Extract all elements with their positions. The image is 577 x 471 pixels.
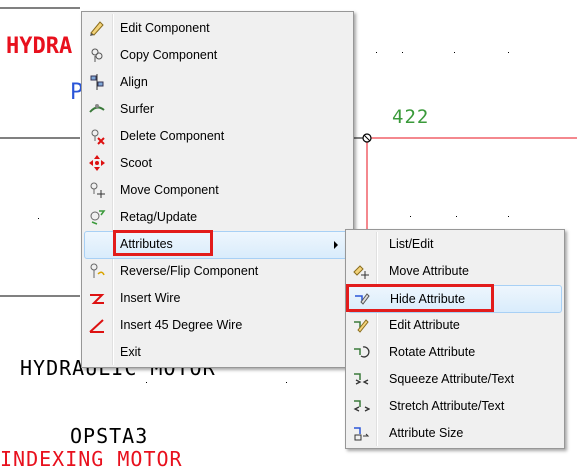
delete-component-icon — [88, 127, 106, 145]
menu-label: Retag/Update — [120, 210, 198, 224]
menu-label: Surfer — [120, 102, 155, 116]
wire-number-text: 422 — [392, 106, 430, 128]
attributes-submenu: List/Edit Move Attribute Hide Attribute … — [345, 229, 565, 449]
attributes-highlight-box — [113, 230, 213, 256]
menu-item-delete-component[interactable]: Delete Component — [84, 123, 351, 149]
edit-attribute-icon — [352, 316, 370, 334]
menu-item-insert-wire[interactable]: Insert Wire — [84, 285, 351, 311]
menu-label: Squeeze Attribute/Text — [389, 372, 515, 386]
menu-item-align[interactable]: Align — [84, 69, 351, 95]
menu-label: Scoot — [120, 156, 152, 170]
menu-label: Move Attribute — [389, 264, 469, 278]
hide-attribute-highlight-box — [346, 284, 494, 312]
menu-item-scoot[interactable]: Scoot — [84, 150, 351, 176]
submenu-item-edit-attribute[interactable]: Edit Attribute — [348, 312, 562, 338]
menu-label: List/Edit — [389, 237, 434, 251]
surfer-icon — [88, 100, 106, 118]
menu-label: Move Component — [120, 183, 219, 197]
submenu-item-squeeze-attribute[interactable]: Squeeze Attribute/Text — [348, 366, 562, 392]
opsta3-text: OPSTA3 — [70, 424, 149, 448]
move-attribute-icon — [352, 262, 370, 280]
submenu-item-attribute-size[interactable]: Attribute Size — [348, 420, 562, 446]
submenu-item-move-attribute[interactable]: Move Attribute — [348, 258, 562, 284]
align-icon — [88, 73, 106, 91]
copy-component-icon — [88, 46, 106, 64]
menu-label: Exit — [120, 345, 141, 359]
reverse-flip-icon — [88, 262, 106, 280]
edit-component-icon — [88, 19, 106, 37]
move-component-icon — [88, 181, 106, 199]
submenu-item-stretch-attribute[interactable]: Stretch Attribute/Text — [348, 393, 562, 419]
menu-item-exit[interactable]: Exit — [84, 339, 351, 365]
menu-label: Insert 45 Degree Wire — [120, 318, 243, 332]
context-menu: Edit Component Copy Component Align Surf… — [81, 11, 354, 368]
attribute-size-icon — [352, 424, 370, 442]
insert-wire-icon — [88, 289, 106, 307]
menu-label: Edit Attribute — [389, 318, 460, 332]
menu-item-edit-component[interactable]: Edit Component — [84, 15, 351, 41]
menu-label: Delete Component — [120, 129, 225, 143]
menu-label: Edit Component — [120, 21, 210, 35]
stretch-attribute-icon — [352, 397, 370, 415]
menu-item-move-component[interactable]: Move Component — [84, 177, 351, 203]
retag-update-icon — [88, 208, 106, 226]
menu-label: Attribute Size — [389, 426, 464, 440]
menu-label: Rotate Attribute — [389, 345, 476, 359]
submenu-arrow-icon — [334, 241, 338, 249]
insert-45-wire-icon — [88, 316, 106, 334]
submenu-item-rotate-attribute[interactable]: Rotate Attribute — [348, 339, 562, 365]
indexing-motor-text: INDEXING MOTOR — [0, 447, 183, 471]
menu-label: Align — [120, 75, 148, 89]
scoot-icon — [88, 154, 106, 172]
squeeze-attribute-icon — [352, 370, 370, 388]
menu-item-surfer[interactable]: Surfer — [84, 96, 351, 122]
menu-label: Reverse/Flip Component — [120, 264, 259, 278]
rotate-attribute-icon — [352, 343, 370, 361]
drawing-title-text: HYDRA — [6, 34, 73, 59]
submenu-item-list-edit[interactable]: List/Edit — [348, 231, 562, 257]
menu-item-copy-component[interactable]: Copy Component — [84, 42, 351, 68]
menu-label: Copy Component — [120, 48, 218, 62]
menu-label: Insert Wire — [120, 291, 181, 305]
menu-item-retag-update[interactable]: Retag/Update — [84, 204, 351, 230]
menu-item-reverse-flip[interactable]: Reverse/Flip Component — [84, 258, 351, 284]
menu-item-insert-45-wire[interactable]: Insert 45 Degree Wire — [84, 312, 351, 338]
menu-label: Stretch Attribute/Text — [389, 399, 505, 413]
